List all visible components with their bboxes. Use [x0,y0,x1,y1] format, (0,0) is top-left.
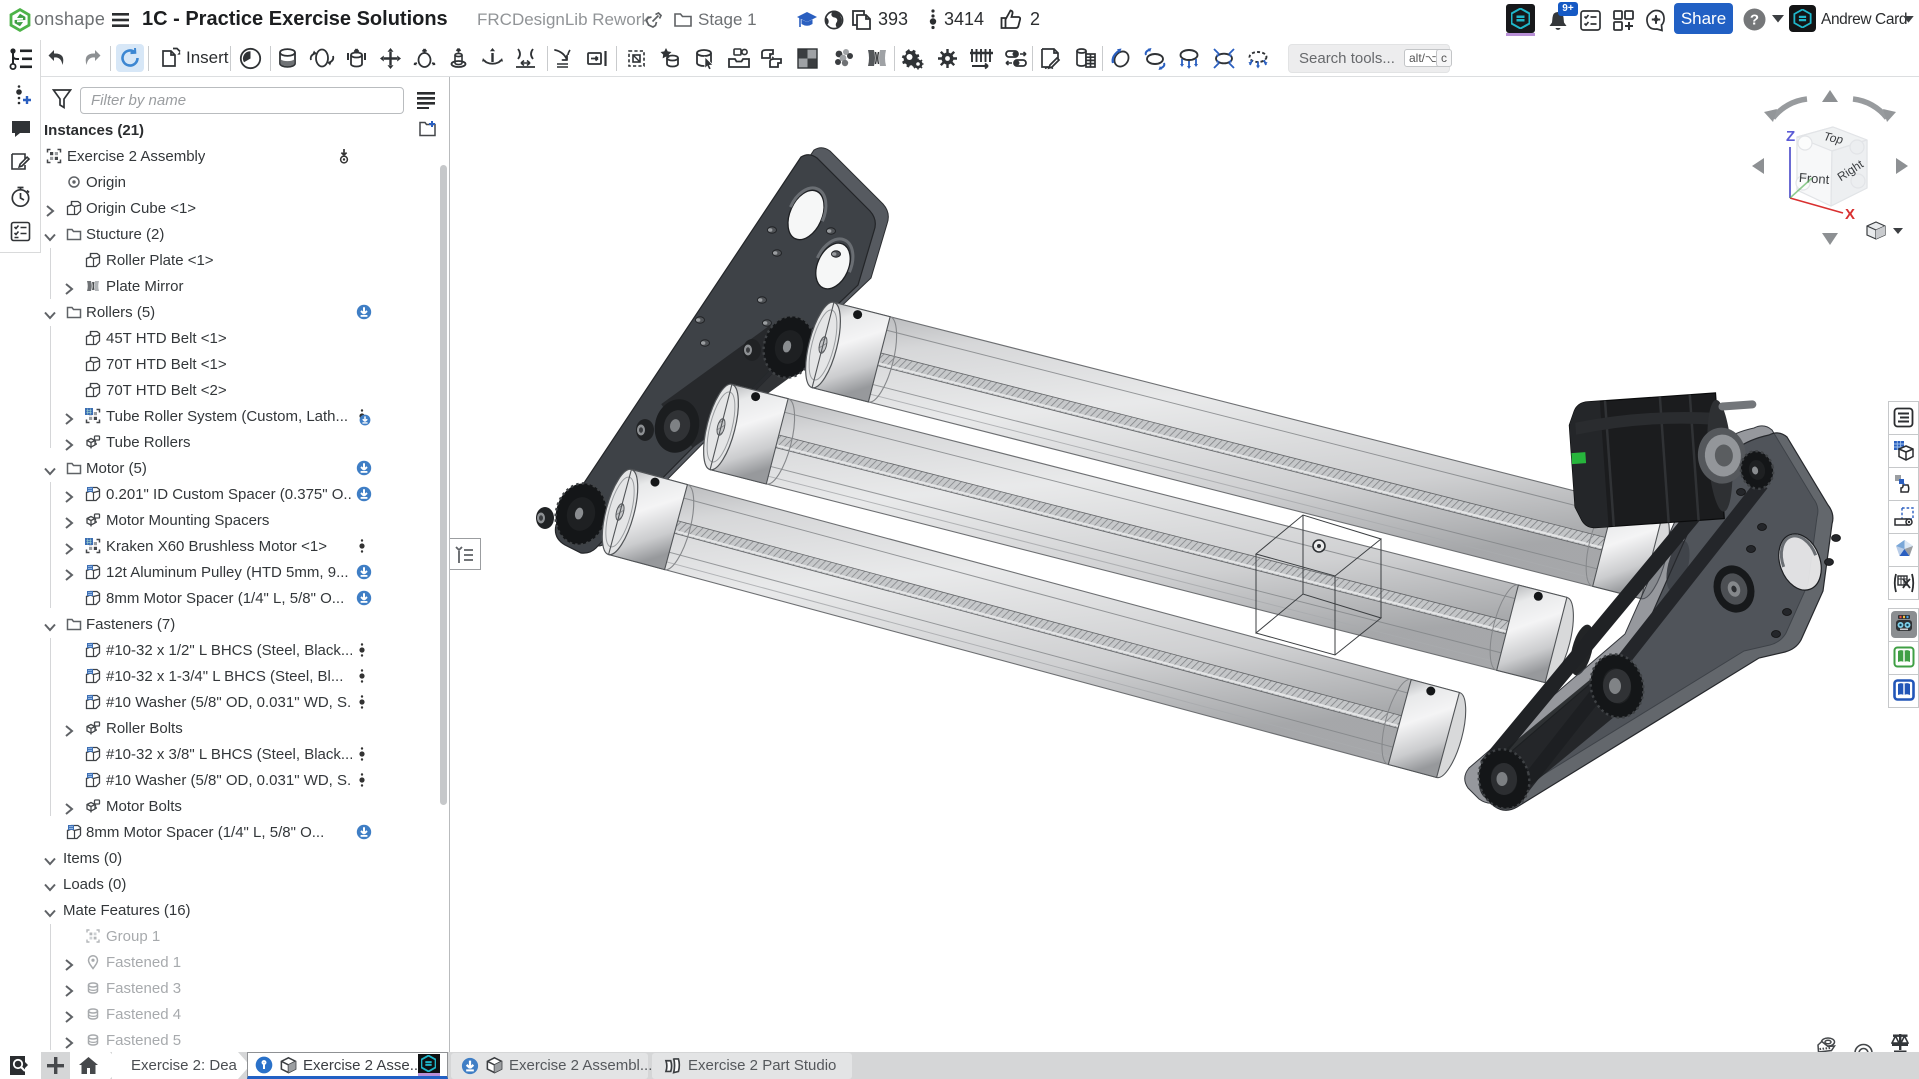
svg-text:?: ? [1750,12,1759,29]
svg-text:Front: Front [1798,170,1830,187]
svg-text:X: X [1845,206,1855,223]
svg-text:Z: Z [1786,128,1795,145]
